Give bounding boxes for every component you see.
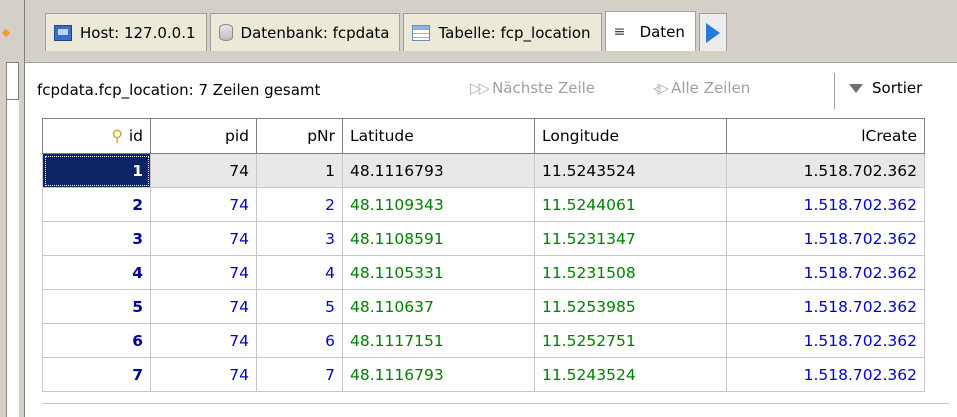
cell-longitude[interactable]: 11.5243524 bbox=[534, 153, 727, 188]
cell-pid[interactable]: 74 bbox=[150, 187, 257, 222]
cell-latitude[interactable]: 48.110637 bbox=[342, 289, 535, 324]
column-header-latitude[interactable]: Latitude bbox=[342, 118, 535, 154]
cell-lcreate[interactable]: 1.518.702.362 bbox=[726, 153, 925, 188]
next-row-label: Nächste Zeile bbox=[492, 79, 596, 97]
host-icon bbox=[54, 24, 72, 41]
table-row[interactable]: 2 74 2 48.1109343 11.5244061 1.518.702.362 bbox=[42, 187, 925, 222]
column-header-pid[interactable]: pid bbox=[150, 118, 257, 154]
cell-lcreate[interactable]: 1.518.702.362 bbox=[726, 289, 925, 324]
column-header-longitude[interactable]: Longitude bbox=[534, 118, 727, 154]
data-toolbar: fcpdata.fcp_location: 7 Zeilen gesamt ▷▷… bbox=[25, 62, 957, 118]
cell-id[interactable]: 7 bbox=[42, 357, 151, 392]
next-icon: ▷▷ bbox=[470, 79, 490, 97]
cell-latitude[interactable]: 48.1116793 bbox=[342, 153, 535, 188]
cell-latitude[interactable]: 48.1108591 bbox=[342, 221, 535, 256]
tab-host-label: Host: 127.0.0.1 bbox=[80, 23, 196, 42]
all-rows-label: Alle Zeilen bbox=[671, 79, 751, 97]
tab-table[interactable]: Tabelle: fcp_location bbox=[403, 13, 602, 51]
table-row[interactable]: 7 74 7 48.1116793 11.5243524 1.518.702.362 bbox=[42, 357, 925, 392]
cell-longitude[interactable]: 11.5252751 bbox=[534, 323, 727, 358]
cell-latitude[interactable]: 48.1105331 bbox=[342, 255, 535, 290]
tab-data[interactable]: ≡ Daten bbox=[604, 11, 696, 51]
cell-pid[interactable]: 74 bbox=[150, 153, 257, 188]
cell-longitude[interactable]: 11.5253985 bbox=[534, 289, 727, 324]
database-icon bbox=[218, 24, 233, 41]
column-header-pnr[interactable]: pNr bbox=[256, 118, 343, 154]
cell-latitude[interactable]: 48.1117151 bbox=[342, 323, 535, 358]
table-row[interactable]: 1 74 1 48.1116793 11.5243524 1.518.702.362 bbox=[42, 153, 925, 188]
table-row[interactable]: 3 74 3 48.1108591 11.5231347 1.518.702.362 bbox=[42, 221, 925, 256]
cell-latitude[interactable]: 48.1116793 bbox=[342, 357, 535, 392]
tab-query[interactable] bbox=[698, 13, 727, 51]
table-row[interactable]: 6 74 6 48.1117151 11.5252751 1.518.702.362 bbox=[42, 323, 925, 358]
cell-lcreate[interactable]: 1.518.702.362 bbox=[726, 357, 925, 392]
data-grid: ⚲ id pid pNr Latitude Longitude lCreate 1… bbox=[25, 118, 957, 417]
tab-table-label: Tabelle: fcp_location bbox=[438, 23, 591, 42]
tree-marker-icon bbox=[1, 28, 11, 38]
cell-pnr[interactable]: 5 bbox=[256, 289, 343, 324]
cell-id[interactable]: 4 bbox=[42, 255, 151, 290]
left-pane bbox=[0, 0, 25, 417]
column-header-lcreate[interactable]: lCreate bbox=[726, 118, 925, 154]
tab-database-label: Datenbank: fcpdata bbox=[240, 23, 390, 42]
table-icon bbox=[412, 24, 431, 41]
tab-data-label: Daten bbox=[639, 22, 685, 41]
cell-longitude[interactable]: 11.5243524 bbox=[534, 357, 727, 392]
sort-label: Sortier bbox=[872, 79, 923, 97]
cell-id[interactable]: 6 bbox=[42, 323, 151, 358]
cell-pid[interactable]: 74 bbox=[150, 221, 257, 256]
cell-lcreate[interactable]: 1.518.702.362 bbox=[726, 187, 925, 222]
filter-icon bbox=[849, 83, 863, 93]
cell-pid[interactable]: 74 bbox=[150, 357, 257, 392]
tab-database[interactable]: Datenbank: fcpdata bbox=[209, 13, 401, 51]
primary-key-icon: ⚲ bbox=[111, 127, 123, 145]
cell-pnr[interactable]: 6 bbox=[256, 323, 343, 358]
table-row[interactable]: 4 74 4 48.1105331 11.5231508 1.518.702.362 bbox=[42, 255, 925, 290]
cell-longitude[interactable]: 11.5231508 bbox=[534, 255, 727, 290]
next-row-button[interactable]: ▷▷ Nächste Zeile bbox=[470, 79, 595, 97]
sort-button[interactable]: Sortier bbox=[849, 79, 922, 97]
cell-pnr[interactable]: 1 bbox=[256, 153, 343, 188]
column-header-label: id bbox=[128, 127, 143, 145]
cell-longitude[interactable]: 11.5231347 bbox=[534, 221, 727, 256]
cell-pnr[interactable]: 3 bbox=[256, 221, 343, 256]
cell-lcreate[interactable]: 1.518.702.362 bbox=[726, 323, 925, 358]
cell-pid[interactable]: 74 bbox=[150, 323, 257, 358]
all-rows-button[interactable]: ◃▷ Alle Zeilen bbox=[653, 79, 750, 97]
tree-panel-edge bbox=[6, 100, 19, 417]
cell-id[interactable]: 2 bbox=[42, 187, 151, 222]
toolbar-separator bbox=[834, 73, 835, 109]
cell-pnr[interactable]: 2 bbox=[256, 187, 343, 222]
cell-lcreate[interactable]: 1.518.702.362 bbox=[726, 221, 925, 256]
all-rows-icon: ◃▷ bbox=[653, 79, 669, 97]
splitter-handle[interactable] bbox=[6, 62, 19, 100]
data-icon: ≡ bbox=[613, 23, 626, 40]
header-row: ⚲ id pid pNr Latitude Longitude lCreate bbox=[42, 118, 925, 154]
table-row[interactable]: 5 74 5 48.110637 11.5253985 1.518.702.362 bbox=[42, 289, 925, 324]
play-icon bbox=[705, 22, 720, 43]
grid-bottom-border bbox=[42, 403, 949, 404]
tab-strip: Host: 127.0.0.1 Datenbank: fcpdata Tabel… bbox=[25, 0, 957, 62]
data-table: ⚲ id pid pNr Latitude Longitude lCreate 1… bbox=[42, 118, 925, 392]
row-count-label: fcpdata.fcp_location: 7 Zeilen gesamt bbox=[37, 81, 321, 99]
cell-pid[interactable]: 74 bbox=[150, 255, 257, 290]
cell-pnr[interactable]: 7 bbox=[256, 357, 343, 392]
column-header-id[interactable]: ⚲ id bbox=[42, 118, 151, 154]
cell-id[interactable]: 3 bbox=[42, 221, 151, 256]
cell-lcreate[interactable]: 1.518.702.362 bbox=[726, 255, 925, 290]
cell-longitude[interactable]: 11.5244061 bbox=[534, 187, 727, 222]
tab-host[interactable]: Host: 127.0.0.1 bbox=[45, 13, 207, 51]
cell-id[interactable]: 5 bbox=[42, 289, 151, 324]
cell-pnr[interactable]: 4 bbox=[256, 255, 343, 290]
cell-pid[interactable]: 74 bbox=[150, 289, 257, 324]
cell-latitude[interactable]: 48.1109343 bbox=[342, 187, 535, 222]
cell-id[interactable]: 1 bbox=[42, 153, 151, 188]
